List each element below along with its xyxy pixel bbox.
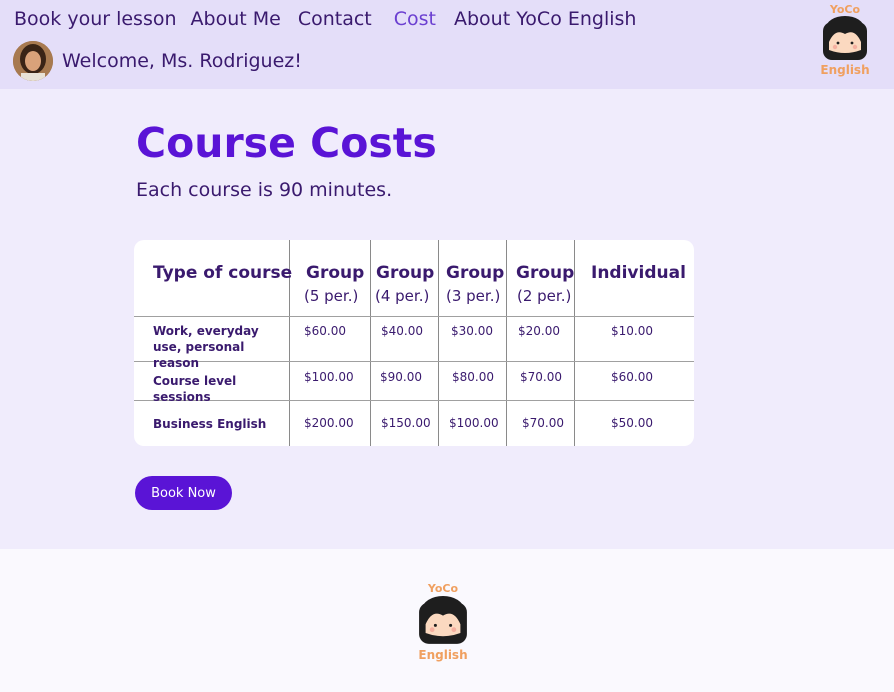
nav-about-me[interactable]: About Me [191, 8, 281, 30]
column-divider [506, 240, 507, 446]
price-cell: $200.00 [304, 416, 354, 430]
price-cell: $50.00 [611, 416, 653, 430]
page-subtitle: Each course is 90 minutes. [136, 179, 393, 201]
row-label: Course level sessions [153, 374, 237, 404]
price-cell: $20.00 [518, 324, 560, 338]
main-content: Course Costs Each course is 90 minutes. … [0, 89, 894, 549]
nav-book-your-lesson[interactable]: Book your lesson [14, 8, 177, 30]
row-label: Work, everyday use, personal reason [153, 324, 259, 370]
column-divider [438, 240, 439, 446]
header-group-4: Group [376, 263, 435, 283]
row-label: Business English [153, 417, 267, 431]
welcome-text: Welcome, Ms. Rodriguez! [62, 50, 302, 72]
nav-about-yoco-english[interactable]: About YoCo English [454, 8, 636, 30]
yoco-face-icon [823, 16, 867, 60]
price-cell: $80.00 [452, 370, 494, 384]
header-group-3-sub: (3 per.) [446, 287, 501, 305]
page-title: Course Costs [136, 119, 437, 167]
header-group-5-sub: (5 per.) [304, 287, 359, 305]
price-cell: $70.00 [520, 370, 562, 384]
price-cell: $100.00 [304, 370, 354, 384]
book-now-button[interactable]: Book Now [135, 476, 232, 510]
price-cell: $100.00 [449, 416, 499, 430]
nav-cost[interactable]: Cost [394, 8, 436, 30]
header-group-3: Group [446, 263, 505, 283]
price-cell: $150.00 [381, 416, 431, 430]
yoco-face-icon [419, 596, 467, 644]
site-header: Book your lesson About Me Contact Cost A… [0, 0, 894, 89]
user-welcome: Welcome, Ms. Rodriguez! [13, 41, 302, 81]
price-cell: $70.00 [522, 416, 564, 430]
price-cell: $90.00 [380, 370, 422, 384]
footer-logo[interactable]: YoCo English [413, 582, 473, 662]
row-divider [134, 316, 694, 317]
price-cell: $10.00 [611, 324, 653, 338]
header-logo[interactable]: YoCo English [815, 3, 875, 77]
nav-contact[interactable]: Contact [298, 8, 372, 30]
main-nav: Book your lesson About Me Contact Cost A… [14, 8, 636, 30]
price-cell: $30.00 [451, 324, 493, 338]
pricing-table: Type of course Group (5 per.) Group (4 p… [134, 240, 694, 446]
header-group-2-sub: (2 per.) [517, 287, 572, 305]
header-group-4-sub: (4 per.) [375, 287, 430, 305]
header-group-2: Group [516, 263, 575, 283]
price-cell: $60.00 [304, 324, 346, 338]
column-divider [370, 240, 371, 446]
header-type-of-course: Type of course [153, 263, 293, 283]
site-footer: YoCo English [0, 549, 894, 692]
price-cell: $60.00 [611, 370, 653, 384]
header-group-5: Group [306, 263, 365, 283]
price-cell: $40.00 [381, 324, 423, 338]
header-individual: Individual [591, 263, 686, 283]
avatar[interactable] [13, 41, 53, 81]
